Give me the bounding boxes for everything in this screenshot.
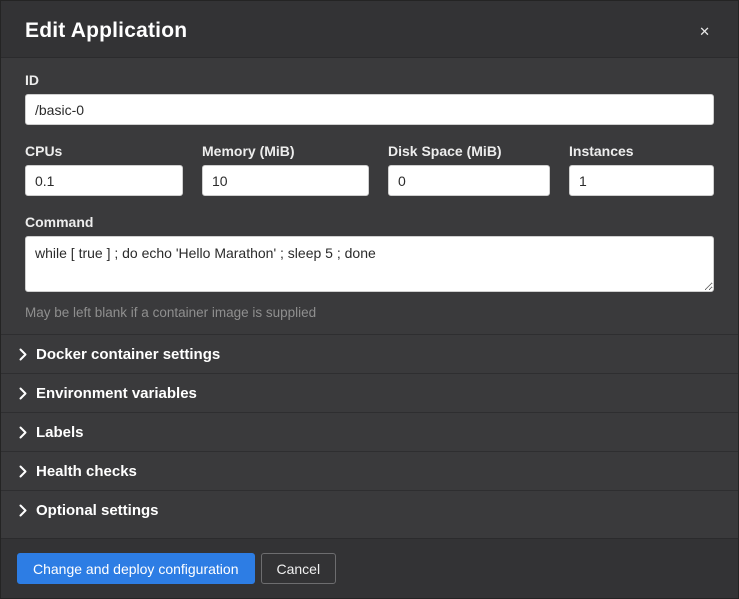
section-docker-container-settings[interactable]: Docker container settings <box>1 334 738 373</box>
chevron-right-icon <box>19 465 33 478</box>
memory-label: Memory (MiB) <box>202 143 369 159</box>
memory-field-group: Memory (MiB) <box>202 143 369 196</box>
section-optional-settings[interactable]: Optional settings <box>1 490 738 529</box>
command-textarea[interactable]: while [ true ] ; do echo 'Hello Marathon… <box>25 236 714 292</box>
modal-header: Edit Application ✕ <box>1 1 738 58</box>
close-icon[interactable]: ✕ <box>695 21 714 42</box>
section-label: Environment variables <box>36 385 197 402</box>
collapsible-sections: Docker container settings Environment va… <box>1 334 738 529</box>
cpus-label: CPUs <box>25 143 183 159</box>
command-field-group: Command while [ true ] ; do echo 'Hello … <box>25 214 714 320</box>
modal-title: Edit Application <box>25 19 187 43</box>
disk-input[interactable] <box>388 165 550 196</box>
chevron-right-icon <box>19 426 33 439</box>
section-label: Docker container settings <box>36 346 220 363</box>
section-label: Labels <box>36 424 84 441</box>
instances-field-group: Instances <box>569 143 714 196</box>
instances-input[interactable] <box>569 165 714 196</box>
chevron-right-icon <box>19 504 33 517</box>
command-help-text: May be left blank if a container image i… <box>25 305 714 320</box>
modal-footer: Change and deploy configuration Cancel <box>1 538 738 598</box>
cancel-button[interactable]: Cancel <box>261 553 337 584</box>
resources-row: CPUs Memory (MiB) Disk Space (MiB) Insta… <box>25 143 714 196</box>
change-and-deploy-button[interactable]: Change and deploy configuration <box>17 553 255 584</box>
instances-label: Instances <box>569 143 714 159</box>
cpus-field-group: CPUs <box>25 143 183 196</box>
id-label: ID <box>25 72 714 88</box>
command-label: Command <box>25 214 714 230</box>
chevron-right-icon <box>19 348 33 361</box>
memory-input[interactable] <box>202 165 369 196</box>
edit-application-form: ID CPUs Memory (MiB) Disk Space (MiB) In… <box>1 58 738 334</box>
section-labels[interactable]: Labels <box>1 412 738 451</box>
disk-label: Disk Space (MiB) <box>388 143 550 159</box>
disk-field-group: Disk Space (MiB) <box>388 143 550 196</box>
id-input[interactable] <box>25 94 714 125</box>
cpus-input[interactable] <box>25 165 183 196</box>
id-field-group: ID <box>25 72 714 125</box>
section-label: Health checks <box>36 463 137 480</box>
section-label: Optional settings <box>36 502 159 519</box>
section-environment-variables[interactable]: Environment variables <box>1 373 738 412</box>
section-health-checks[interactable]: Health checks <box>1 451 738 490</box>
edit-application-modal: Edit Application ✕ ID CPUs Memory (MiB) … <box>0 0 739 599</box>
chevron-right-icon <box>19 387 33 400</box>
